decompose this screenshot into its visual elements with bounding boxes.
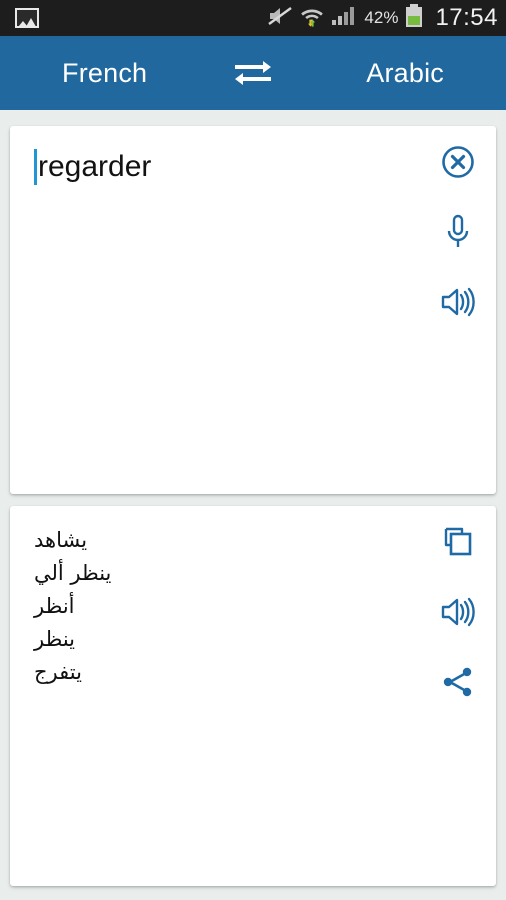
source-text-value: regarder (38, 150, 152, 183)
voice-input-button[interactable] (438, 214, 478, 254)
wifi-data-icon (300, 5, 324, 32)
translation-list: يشاهد ينظر ألي أنظر ينظر يتفرج (34, 524, 386, 689)
volume-muted-icon (267, 5, 293, 32)
list-item[interactable]: ينظر (34, 623, 75, 656)
status-bar-clock: 17:54 (435, 4, 498, 31)
copy-icon (442, 526, 474, 563)
close-circle-icon (441, 145, 475, 184)
share-icon (442, 666, 474, 703)
source-text-card[interactable]: regarder (10, 126, 496, 494)
gallery-icon (15, 8, 39, 28)
cellular-signal-icon (331, 6, 357, 31)
source-text-input[interactable]: regarder (34, 149, 151, 185)
result-card-actions (438, 524, 478, 704)
speak-result-button[interactable] (438, 594, 478, 634)
language-bar: French Arabic (0, 36, 506, 110)
translation-result-card[interactable]: يشاهد ينظر ألي أنظر ينظر يتفرج (10, 506, 496, 886)
swap-languages-button[interactable] (230, 59, 276, 87)
source-card-actions (438, 144, 478, 324)
status-bar-system-icons: 42% 17:54 (267, 3, 498, 33)
list-item[interactable]: أنظر (34, 590, 75, 623)
battery-icon (405, 3, 423, 33)
status-bar-notifications (8, 8, 267, 28)
list-item[interactable]: يشاهد (34, 524, 87, 557)
clear-button[interactable] (438, 144, 478, 184)
source-language-button[interactable]: French (62, 58, 147, 89)
text-caret (34, 149, 37, 185)
speaker-icon (440, 596, 476, 633)
speak-source-button[interactable] (438, 284, 478, 324)
swap-horizontal-icon (231, 57, 275, 90)
battery-percent-label: 42% (364, 8, 399, 27)
target-language-button[interactable]: Arabic (366, 58, 444, 89)
status-bar: 42% 17:54 (0, 0, 506, 36)
microphone-icon (443, 214, 473, 255)
share-button[interactable] (438, 664, 478, 704)
list-item[interactable]: ينظر ألي (34, 557, 111, 590)
copy-button[interactable] (438, 524, 478, 564)
speaker-icon (440, 286, 476, 323)
list-item[interactable]: يتفرج (34, 656, 82, 689)
